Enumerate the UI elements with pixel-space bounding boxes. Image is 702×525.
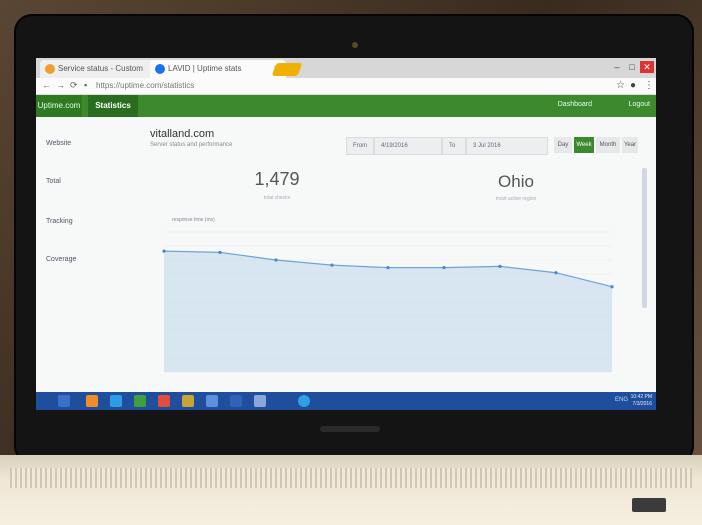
webcam bbox=[352, 42, 358, 48]
app-header: Uptime.com Statistics Dashboard Logout bbox=[36, 95, 656, 117]
clock-time: 10:42 PM bbox=[630, 394, 652, 400]
label-website: Website bbox=[46, 140, 72, 147]
ie-icon[interactable] bbox=[110, 395, 122, 407]
page-scrollbar[interactable] bbox=[642, 168, 647, 308]
browser-tab[interactable]: Service status - Custom ✕ bbox=[40, 60, 166, 78]
reload-icon[interactable]: ⟳ bbox=[70, 80, 78, 91]
firefox-icon[interactable] bbox=[86, 395, 98, 407]
forward-icon[interactable]: → bbox=[56, 80, 65, 90]
header-logout-link[interactable]: Logout bbox=[629, 101, 650, 108]
chart-point[interactable] bbox=[274, 258, 278, 262]
header-dashboard-link[interactable]: Dashboard bbox=[558, 101, 592, 108]
from-label: From bbox=[346, 137, 374, 155]
start-icon[interactable] bbox=[58, 395, 70, 407]
range-year-button[interactable]: Year bbox=[622, 137, 638, 153]
tray-language[interactable]: ENG bbox=[615, 397, 628, 403]
bookmark-star-icon[interactable]: ☆ bbox=[616, 80, 625, 91]
excel-icon[interactable] bbox=[134, 395, 146, 407]
taskbar-clock[interactable]: 10:42 PM 7/3/2016 bbox=[631, 394, 652, 408]
site-subtitle: Server status and performance bbox=[150, 142, 233, 148]
tab-label: Service status - Custom bbox=[58, 64, 143, 73]
extension-icon[interactable]: ● bbox=[630, 80, 636, 91]
top-region-caption: most active region bbox=[495, 196, 537, 202]
to-label: To bbox=[442, 137, 466, 155]
chart-point[interactable] bbox=[162, 249, 166, 253]
range-month-button[interactable]: Month bbox=[596, 137, 620, 153]
label-coverage: Coverage bbox=[46, 256, 77, 263]
close-window-icon[interactable]: ✕ bbox=[640, 61, 654, 73]
response-time-chart bbox=[162, 231, 614, 373]
label-tracking: Tracking bbox=[46, 218, 73, 225]
laptop-screen: Service status - Custom ✕ LAVID | Uptime… bbox=[36, 58, 656, 410]
power-button bbox=[632, 498, 666, 512]
chart-point[interactable] bbox=[218, 250, 222, 254]
nav-statistics[interactable]: Statistics bbox=[88, 95, 138, 117]
windows-taskbar: ENG 10:42 PM 7/3/2016 bbox=[36, 392, 656, 410]
site-name: vitalland.com bbox=[150, 128, 215, 140]
chrome-icon[interactable] bbox=[158, 395, 170, 407]
browser-tab-active[interactable]: LAVID | Uptime stats ✕ bbox=[150, 60, 286, 78]
from-date-input[interactable]: 4/19/2016 bbox=[374, 137, 442, 155]
to-date-input[interactable]: 3 Jul 2016 bbox=[466, 137, 548, 155]
menu-icon[interactable]: ⋮ bbox=[644, 80, 654, 91]
skype-icon[interactable] bbox=[298, 395, 310, 407]
label-total: Total bbox=[46, 178, 61, 185]
minimize-icon[interactable]: – bbox=[610, 61, 624, 73]
chart-legend: response time (ms) bbox=[172, 217, 215, 223]
back-icon[interactable]: ← bbox=[42, 80, 51, 90]
total-checks-caption: total checks bbox=[263, 195, 291, 201]
tab-label: LAVID | Uptime stats bbox=[168, 64, 242, 73]
secure-lock-icon: ▪ bbox=[84, 80, 88, 90]
range-week-button[interactable]: Week bbox=[574, 137, 594, 153]
chart-point[interactable] bbox=[498, 264, 502, 268]
total-checks-value: 1,479 bbox=[254, 169, 300, 189]
app-home-link[interactable]: Uptime.com bbox=[36, 95, 82, 117]
chart-point[interactable] bbox=[610, 285, 614, 289]
range-day-button[interactable]: Day bbox=[554, 137, 572, 153]
tab-favicon-icon bbox=[155, 64, 165, 74]
top-region-value: Ohio bbox=[498, 172, 534, 191]
maximize-icon[interactable]: □ bbox=[625, 61, 639, 73]
media-icon[interactable] bbox=[254, 395, 266, 407]
address-bar: ← → ⟳ ▪ https://uptime.com/statistics ☆ … bbox=[36, 78, 656, 95]
tab-favicon-icon bbox=[45, 64, 55, 74]
app-icon[interactable] bbox=[206, 395, 218, 407]
clock-date: 7/3/2016 bbox=[632, 401, 652, 407]
chart-point[interactable] bbox=[330, 263, 334, 267]
folder-icon[interactable] bbox=[182, 395, 194, 407]
new-tab-button[interactable] bbox=[271, 63, 303, 76]
chart-point[interactable] bbox=[554, 271, 558, 275]
word-icon[interactable] bbox=[230, 395, 242, 407]
chart-point[interactable] bbox=[386, 266, 390, 270]
chart-point[interactable] bbox=[442, 266, 446, 270]
url-field[interactable]: https://uptime.com/statistics bbox=[96, 81, 194, 90]
speaker-grill bbox=[10, 468, 692, 488]
browser-tab-strip: Service status - Custom ✕ LAVID | Uptime… bbox=[36, 58, 656, 78]
laptop-keyboard-deck bbox=[0, 455, 702, 525]
bezel-logo bbox=[320, 426, 380, 432]
